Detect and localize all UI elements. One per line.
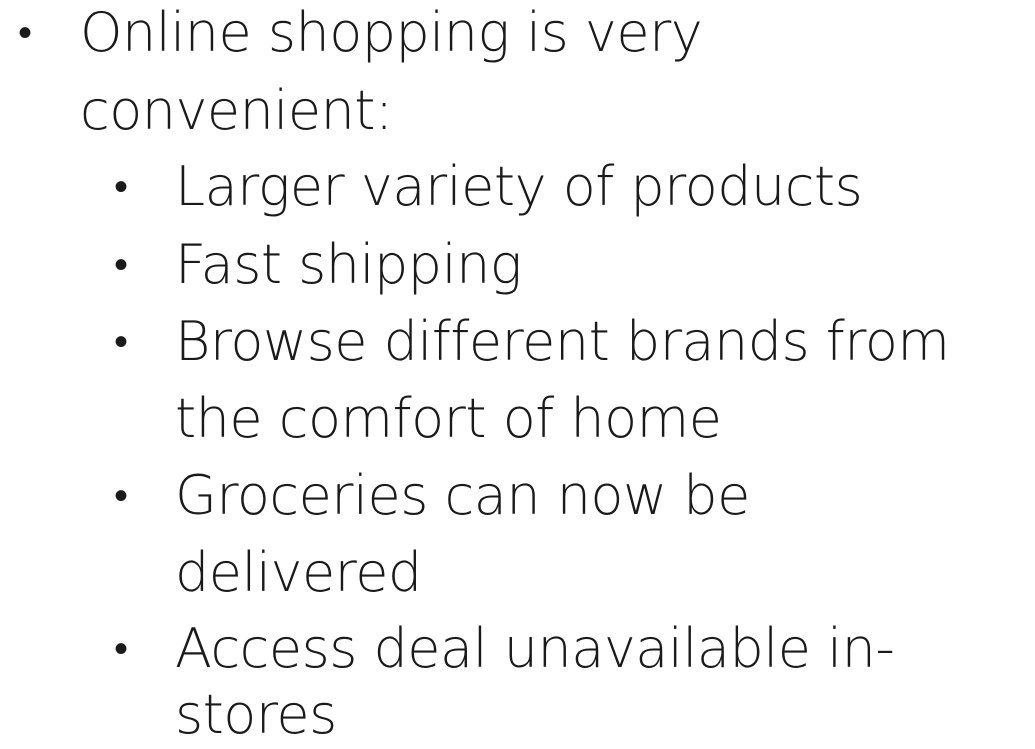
bullet-marker: • — [18, 10, 33, 56]
slide: • Online shopping is very convenient: • … — [0, 0, 1035, 749]
sub-bullet-text-continuation: stores — [175, 683, 337, 746]
sub-bullet-text: Larger variety of products — [175, 155, 863, 218]
sub-bullet-marker: • — [114, 626, 129, 672]
sub-bullet-marker: • — [114, 242, 129, 288]
bullet-text-line-1: Online shopping is very — [80, 1, 703, 64]
sub-bullet-text-continuation: the comfort of home — [175, 387, 722, 450]
sub-bullet-text: Browse different brands from — [175, 310, 950, 373]
sub-bullet-text: Groceries can now be — [175, 464, 750, 527]
sub-bullet-marker: • — [114, 164, 129, 210]
sub-bullet-marker: • — [114, 319, 129, 365]
sub-bullet-text: Fast shipping — [175, 233, 522, 296]
bullet-text-line-2: convenient: — [80, 79, 393, 142]
sub-bullet-text-continuation: delivered — [175, 541, 422, 604]
sub-bullet-marker: • — [114, 473, 129, 519]
